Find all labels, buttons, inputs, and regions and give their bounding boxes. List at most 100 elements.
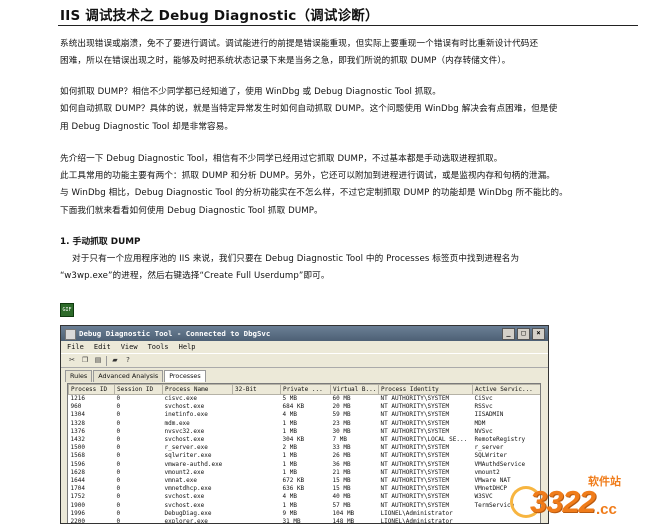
close-button[interactable]: ×	[532, 328, 545, 340]
table-row[interactable]: 1628 0 vmount2.exe 1 MB 21 MB NT AUTHORITY\SY…	[69, 469, 541, 477]
table-cell: 0	[116, 395, 121, 402]
table-cell: 0	[116, 501, 121, 509]
column-header[interactable]: Active Servic...	[472, 384, 540, 395]
table-cell: 0	[116, 518, 121, 524]
table-cell: 7 MB	[332, 436, 347, 444]
table-row[interactable]: 1328 0 mdm.exe 1 MB 23 MB NT AUTHORITY\SYSTEM…	[69, 420, 541, 428]
table-cell: NT AUTHORITY\LOCAL SE...	[380, 436, 468, 444]
table-row[interactable]: 1900 0 svchost.exe 1 MB 57 MB NT AUTHORITY\SY…	[69, 502, 541, 510]
paste-icon[interactable]: ▤	[93, 356, 103, 365]
gif-icon: GIF	[60, 303, 74, 317]
column-header[interactable]: Session ID	[114, 384, 163, 395]
app-icon	[65, 329, 76, 340]
table-cell: IISADMIN	[474, 411, 504, 419]
menu-tools[interactable]: Tools	[148, 341, 169, 353]
table-cell: 40 MB	[332, 493, 351, 501]
help-icon[interactable]: ?	[123, 356, 133, 365]
table-row[interactable]: 1752 0 svchost.exe 4 MB 40 MB NT AUTHORITY\SY…	[69, 493, 541, 501]
column-header[interactable]: Process Name	[162, 384, 233, 395]
paragraph-line: 下面我们就来看看如何使用 Debug Diagnostic Tool 抓取 DU…	[60, 206, 323, 216]
table-cell	[233, 444, 281, 452]
table-cell	[233, 403, 281, 411]
table-row[interactable]: 1376 0 nvsvc32.exe 1 MB 30 MB NT AUTHORITY\SY…	[69, 428, 541, 436]
table-row[interactable]: 1704 0 vmnetdhcp.exe 636 KB 15 MB NT AUTHORIT…	[69, 485, 541, 493]
table-cell	[233, 493, 281, 501]
tab-processes[interactable]: Processes	[164, 370, 206, 382]
window-titlebar: Debug Diagnostic Tool - Connected to Dbg…	[61, 326, 548, 341]
table-cell: 1568	[70, 452, 85, 460]
menu-view[interactable]: View	[121, 341, 138, 353]
paragraph-line: 如何抓取 DUMP？相信不少同学都已经知道了，使用 WinDbg 或 Debug…	[60, 87, 441, 97]
table-row[interactable]: 1596 0 vmware-authd.exe 1 MB 36 MB NT AUTHORI…	[69, 461, 541, 469]
table-cell: 1 MB	[282, 460, 297, 468]
table-cell: 4 MB	[282, 411, 297, 419]
column-header[interactable]: Process ID	[68, 384, 115, 395]
table-cell: LIONEL\Administrator	[380, 518, 453, 524]
watermark-number: 3322	[530, 484, 596, 519]
column-header[interactable]: 32-Bit	[232, 384, 281, 395]
table-cell: 5 MB	[282, 395, 297, 402]
tab-advanced-analysis[interactable]: Advanced Analysis	[93, 370, 164, 382]
table-cell: 0	[116, 403, 121, 411]
table-cell: 20 MB	[332, 403, 351, 411]
table-cell: CiSvc	[474, 395, 493, 402]
table-cell: 31 MB	[282, 518, 301, 524]
table-cell: vmnetdhcp.exe	[164, 485, 212, 493]
table-row[interactable]: 1996 0 DebugDiag.exe 9 MB 104 MB LIONEL\Admin…	[69, 510, 541, 518]
paragraph-line: 与 WinDbg 相比，Debug Diagnostic Tool 的分析功能实…	[60, 188, 568, 198]
table-cell: NT AUTHORITY\SYSTEM	[380, 468, 450, 476]
table-row[interactable]: 1644 0 vmnat.exe 672 KB 15 MB NT AUTHORITY\SY…	[69, 477, 541, 485]
paragraph-line: 困难，所以在错误出现之时，能够及时把系统状态记录下来是当务之急，即我们所说的抓取…	[60, 56, 511, 66]
table-cell	[233, 469, 281, 477]
table-cell	[233, 428, 281, 436]
toolbar: ✂ ❐ ▤ ▰ ?	[61, 353, 548, 368]
table-cell: vmnat.exe	[164, 477, 198, 485]
menu-help[interactable]: Help	[179, 341, 196, 353]
table-cell: 1432	[70, 436, 85, 444]
column-header[interactable]: Virtual B...	[330, 384, 379, 395]
open-folder-icon[interactable]: ▰	[110, 356, 120, 365]
table-row[interactable]: 1216 0 cisvc.exe 5 MB 60 MB NT AUTHORITY\SYST…	[69, 395, 541, 404]
table-cell: 23 MB	[332, 419, 351, 427]
table-header-row: Process ID Session ID Process Name 32-Bit Pr…	[68, 384, 540, 395]
table-cell: 0	[116, 485, 121, 493]
table-cell: 636 KB	[282, 485, 305, 493]
table-row[interactable]: 1500 0 r_server.exe 2 MB 33 MB NT AUTHORITY\S…	[69, 444, 541, 452]
table-row[interactable]: 960 0 svchost.exe 684 KB 20 MB NT AUTHORITY\S…	[69, 403, 541, 411]
table-cell: 0	[116, 460, 121, 468]
cut-icon[interactable]: ✂	[67, 356, 77, 365]
maximize-button[interactable]: □	[517, 328, 530, 340]
title-divider	[58, 25, 638, 26]
copy-icon[interactable]: ❐	[80, 356, 90, 365]
table-cell: NT AUTHORITY\SYSTEM	[380, 411, 450, 419]
table-cell: NT AUTHORITY\SYSTEM	[380, 485, 450, 493]
watermark-suffix: .cc	[596, 501, 617, 518]
menu-bar: File Edit View Tools Help	[61, 341, 548, 353]
table-row[interactable]: 2200 0 explorer.exe 31 MB 148 MB LIONEL\Admin…	[69, 518, 541, 524]
table-row[interactable]: 1568 0 sqlwriter.exe 1 MB 26 MB NT AUTHORITY\…	[69, 452, 541, 460]
table-cell: 9 MB	[282, 509, 297, 517]
menu-edit[interactable]: Edit	[94, 341, 111, 353]
table-cell: 1304	[70, 411, 85, 419]
table-row[interactable]: 1432 0 svchost.exe 304 KB 7 MB NT AUTHORITY\L…	[69, 436, 541, 444]
minimize-button[interactable]: _	[502, 328, 515, 340]
table-cell: 0	[116, 493, 121, 501]
page-title: IIS 调试技术之 Debug Diagnostic（调试诊断）	[60, 8, 379, 24]
table-cell: VMAuthdService	[474, 460, 526, 468]
table-cell: 57 MB	[332, 501, 351, 509]
menu-file[interactable]: File	[67, 341, 84, 353]
table-cell: NVSvc	[474, 427, 493, 435]
table-cell: NT AUTHORITY\SYSTEM	[380, 444, 450, 452]
table-cell: 21 MB	[332, 468, 351, 476]
table-cell: DebugDiag.exe	[164, 509, 212, 517]
table-cell: 15 MB	[332, 477, 351, 485]
table-cell: 0	[116, 436, 121, 444]
paragraph-line: 用 Debug Diagnostic Tool 却是非常容易。	[60, 122, 234, 132]
table-cell: 672 KB	[282, 477, 305, 485]
column-header[interactable]: Private ...	[280, 384, 331, 395]
table-cell: 1996	[70, 509, 85, 517]
tab-rules[interactable]: Rules	[65, 370, 93, 382]
table-cell: 1328	[70, 419, 85, 427]
table-row[interactable]: 1304 0 inetinfo.exe 4 MB 59 MB NT AUTHORITY\S…	[69, 411, 541, 419]
column-header[interactable]: Process Identity	[378, 384, 473, 395]
